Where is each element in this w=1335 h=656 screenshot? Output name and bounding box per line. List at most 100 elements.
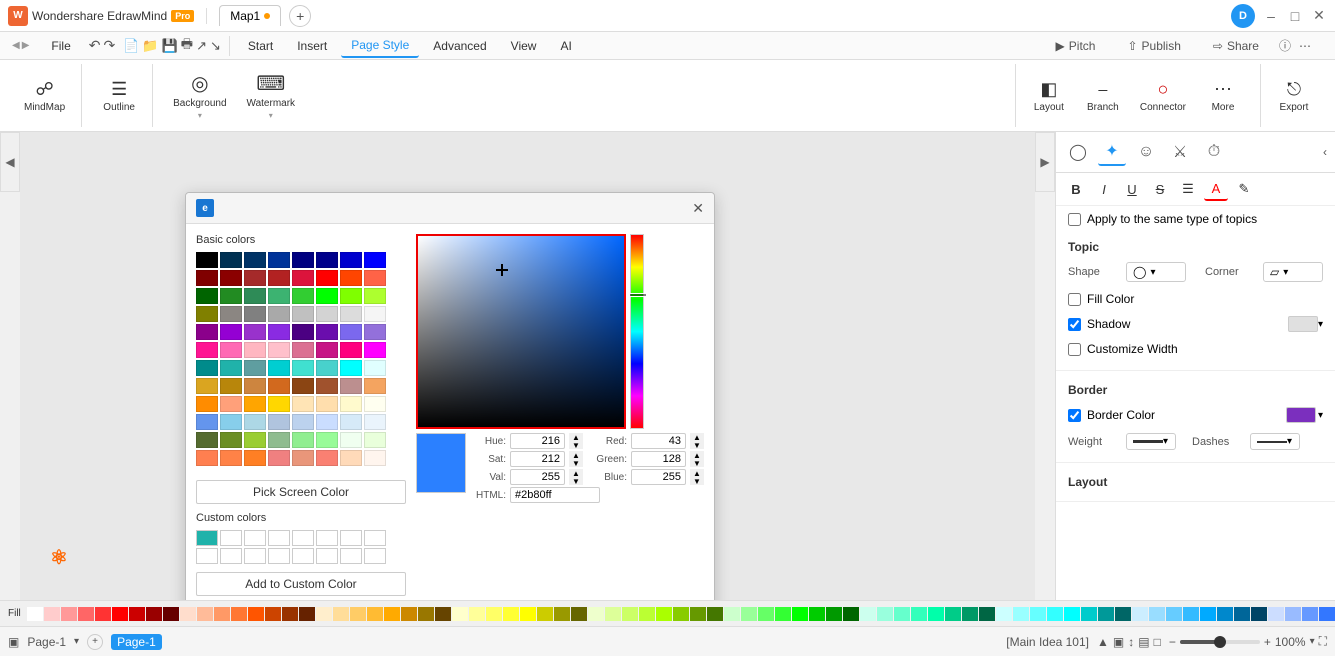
status-icon-4[interactable]: ▤: [1138, 635, 1149, 649]
custom-cell-6[interactable]: [316, 530, 338, 546]
ai-format-icon[interactable]: ✦: [1098, 138, 1126, 166]
palette-color-cell[interactable]: [163, 607, 179, 621]
basic-color-cell[interactable]: [292, 306, 314, 322]
align-button[interactable]: ☰: [1176, 177, 1200, 201]
palette-color-cell[interactable]: [95, 607, 111, 621]
basic-color-cell[interactable]: [220, 306, 242, 322]
palette-color-cell[interactable]: [707, 607, 723, 621]
corner-select[interactable]: ▱ ▾: [1263, 262, 1323, 282]
basic-color-cell[interactable]: [268, 450, 290, 466]
basic-color-cell[interactable]: [364, 432, 386, 448]
palette-color-cell[interactable]: [1132, 607, 1148, 621]
basic-color-cell[interactable]: [292, 414, 314, 430]
basic-color-cell[interactable]: [244, 288, 266, 304]
new-file-icon[interactable]: 📄: [123, 38, 139, 54]
connector-tool[interactable]: ○ Connector: [1132, 75, 1194, 117]
custom-cell-5[interactable]: [292, 530, 314, 546]
palette-color-cell[interactable]: [299, 607, 315, 621]
basic-color-cell[interactable]: [316, 252, 338, 268]
current-page-tab[interactable]: Page-1: [111, 634, 162, 650]
palette-color-cell[interactable]: [367, 607, 383, 621]
palette-color-cell[interactable]: [486, 607, 502, 621]
more-icon[interactable]: ⋯: [1299, 39, 1311, 53]
basic-color-cell[interactable]: [364, 306, 386, 322]
basic-color-cell[interactable]: [268, 324, 290, 340]
palette-color-cell[interactable]: [1081, 607, 1097, 621]
custom-cell-4[interactable]: [268, 530, 290, 546]
sat-down[interactable]: ▼: [569, 459, 583, 467]
basic-color-cell[interactable]: [196, 432, 218, 448]
basic-color-cell[interactable]: [316, 306, 338, 322]
basic-color-cell[interactable]: [196, 270, 218, 286]
fit-icon[interactable]: ▣: [8, 635, 19, 649]
weight-select[interactable]: ▾: [1126, 433, 1176, 450]
val-spinner[interactable]: ▲ ▼: [569, 469, 583, 485]
palette-color-cell[interactable]: [1166, 607, 1182, 621]
basic-color-cell[interactable]: [316, 288, 338, 304]
basic-color-cell[interactable]: [340, 414, 362, 430]
palette-color-cell[interactable]: [860, 607, 876, 621]
undo-button[interactable]: ↶: [89, 37, 101, 54]
basic-color-cell[interactable]: [340, 306, 362, 322]
italic-button[interactable]: I: [1092, 177, 1116, 201]
basic-color-cell[interactable]: [244, 414, 266, 430]
palette-color-cell[interactable]: [792, 607, 808, 621]
underline-button[interactable]: U: [1120, 177, 1144, 201]
basic-color-cell[interactable]: [196, 414, 218, 430]
basic-color-cell[interactable]: [364, 414, 386, 430]
palette-color-cell[interactable]: [452, 607, 468, 621]
menu-start[interactable]: Start: [238, 35, 283, 57]
green-spinner[interactable]: ▲ ▼: [690, 451, 704, 467]
palette-color-cell[interactable]: [503, 607, 519, 621]
basic-color-cell[interactable]: [244, 306, 266, 322]
custom-cell-8[interactable]: [364, 530, 386, 546]
background-tool[interactable]: ◎ Background ▾: [165, 67, 234, 124]
blue-spinner[interactable]: ▲ ▼: [690, 469, 704, 485]
palette-color-cell[interactable]: [724, 607, 740, 621]
outline-tool[interactable]: ☰ Outline: [94, 75, 144, 117]
palette-color-cell[interactable]: [843, 607, 859, 621]
palette-color-cell[interactable]: [690, 607, 706, 621]
green-down[interactable]: ▼: [690, 459, 704, 467]
mindmap-tool[interactable]: ☍ MindMap: [16, 75, 73, 117]
basic-color-cell[interactable]: [268, 414, 290, 430]
palette-color-cell[interactable]: [333, 607, 349, 621]
basic-color-cell[interactable]: [316, 378, 338, 394]
palette-color-cell[interactable]: [520, 607, 536, 621]
menu-view[interactable]: View: [501, 35, 547, 57]
palette-color-cell[interactable]: [146, 607, 162, 621]
palette-color-cell[interactable]: [1251, 607, 1267, 621]
palette-color-cell[interactable]: [27, 607, 43, 621]
save-icon[interactable]: 💾: [162, 38, 178, 54]
basic-color-cell[interactable]: [268, 342, 290, 358]
basic-color-cell[interactable]: [220, 252, 242, 268]
font-color-button[interactable]: A: [1204, 177, 1228, 201]
fill-color-checkbox[interactable]: [1068, 293, 1081, 306]
basic-color-cell[interactable]: [364, 252, 386, 268]
basic-color-cell[interactable]: [196, 324, 218, 340]
add-page-button[interactable]: +: [87, 634, 103, 650]
basic-color-cell[interactable]: [340, 396, 362, 412]
basic-color-cell[interactable]: [196, 450, 218, 466]
palette-color-cell[interactable]: [1200, 607, 1216, 621]
close-button[interactable]: ✕: [1311, 8, 1327, 24]
val-input[interactable]: [510, 469, 565, 485]
dashes-select[interactable]: ▾: [1250, 433, 1300, 450]
basic-color-cell[interactable]: [220, 288, 242, 304]
user-avatar[interactable]: D: [1231, 4, 1255, 28]
shape-select[interactable]: ◯ ▾: [1126, 262, 1186, 282]
palette-color-cell[interactable]: [401, 607, 417, 621]
custom-cell-9[interactable]: [196, 548, 218, 564]
basic-color-cell[interactable]: [364, 342, 386, 358]
red-down[interactable]: ▼: [690, 441, 704, 449]
basic-color-cell[interactable]: [340, 450, 362, 466]
basic-color-cell[interactable]: [364, 360, 386, 376]
basic-color-cell[interactable]: [220, 360, 242, 376]
palette-color-cell[interactable]: [180, 607, 196, 621]
palette-color-cell[interactable]: [639, 607, 655, 621]
val-down[interactable]: ▼: [569, 477, 583, 485]
basic-color-cell[interactable]: [268, 252, 290, 268]
menu-insert[interactable]: Insert: [287, 35, 337, 57]
palette-color-cell[interactable]: [1183, 607, 1199, 621]
export-tool[interactable]: ⎋ Export: [1269, 75, 1319, 117]
